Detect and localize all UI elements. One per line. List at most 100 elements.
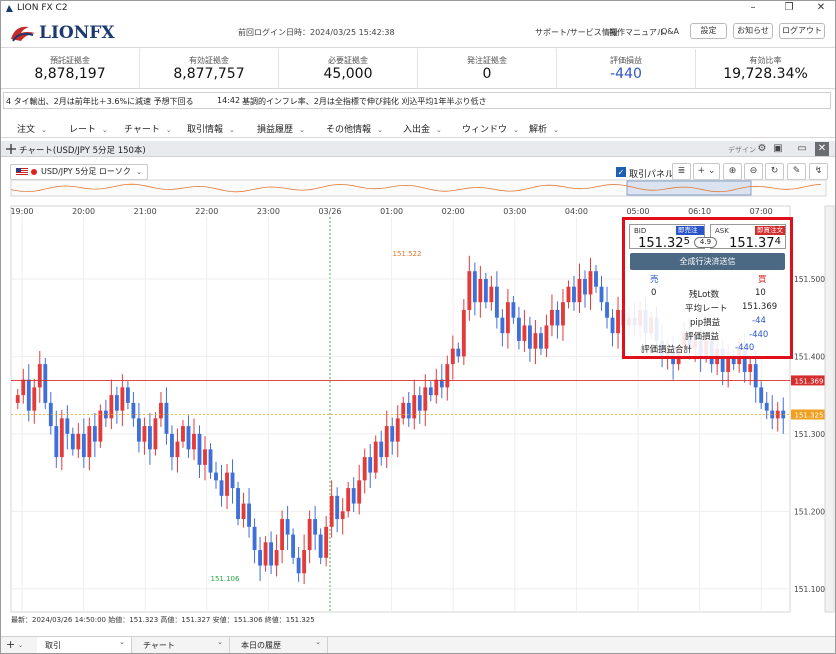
low-label: 151.106 [211, 575, 240, 583]
chevron-down-icon: ⌄ [315, 638, 321, 646]
candle-body [26, 379, 31, 411]
y-tick-label: 151.300 [794, 430, 825, 439]
total-pl-label: 評価損益合計 [641, 345, 693, 355]
chevron-down-icon[interactable]: ⌄ [18, 642, 23, 649]
candle-body [54, 426, 59, 458]
candle-body [566, 286, 571, 303]
candle-body [335, 495, 340, 520]
high-label: 151.522 [393, 250, 422, 258]
candle-body [456, 348, 461, 357]
candle-body [181, 426, 185, 442]
candle-body [307, 519, 312, 551]
candle-body [384, 426, 389, 458]
candle-body [21, 379, 26, 396]
x-tick-label: 03/26 [318, 207, 341, 216]
candle-body [230, 472, 235, 489]
candle-body [594, 271, 598, 287]
bid-price: 151.325 [630, 236, 704, 251]
x-tick-label: 21:00 [134, 207, 157, 216]
sell-now-tag[interactable]: 即売注文 [676, 226, 704, 243]
candle-body [379, 441, 384, 458]
ohlc-status: 最新：2024/03/26 14:50:00 始値：151.323 高値：151… [11, 616, 315, 624]
candle-body [561, 302, 565, 326]
x-tick-label: 07:00 [750, 207, 773, 216]
tab-today-history[interactable]: 本日の履歴 ⌄ [233, 637, 328, 653]
candle-body [131, 402, 136, 419]
candle-body [483, 278, 488, 303]
buy-column-header: 買 [758, 275, 767, 285]
candle-body [373, 441, 378, 473]
candle-body [164, 402, 169, 434]
price-tag-label: 151.325 [795, 412, 824, 420]
bid-quote[interactable]: BID 即売注文 151.325 [629, 224, 705, 251]
candle-body [368, 457, 373, 473]
ask-quote[interactable]: ASK 即買注文 151.374 [710, 224, 786, 251]
trade-panel: BID 即売注文 151.325 ASK 即買注文 151.374 4.9 全成… [622, 217, 793, 359]
candle-body [175, 441, 180, 458]
candle-body [192, 433, 196, 450]
bid-label: BID [634, 227, 647, 235]
candle-body [125, 387, 130, 403]
candle-body [59, 418, 64, 458]
candle-body [555, 309, 560, 326]
candle-body [329, 495, 334, 527]
x-tick-label: 06:10 [688, 207, 711, 216]
candle-body [81, 433, 86, 458]
tab-label: 本日の履歴 [241, 641, 281, 650]
x-tick-label: 22:00 [195, 207, 218, 216]
x-tick-label: 19:00 [10, 207, 33, 216]
candle-body [748, 364, 753, 372]
candle-body [577, 278, 582, 303]
candle-body [214, 472, 218, 481]
candle-body [208, 449, 213, 473]
x-tick-label: 02:00 [442, 207, 465, 216]
candle-body [285, 519, 290, 535]
candle-body [225, 472, 229, 496]
bid-price-main: 151.32 [638, 236, 684, 251]
candle-body [544, 325, 549, 349]
candle-body [186, 426, 191, 450]
candle-body [15, 395, 20, 403]
tab-trade[interactable]: 取引 ⌄ [37, 637, 132, 653]
y-tick-label: 151.100 [794, 585, 825, 594]
candle-body [32, 387, 37, 411]
candle-body [136, 418, 141, 442]
candle-body [302, 550, 307, 574]
ask-price-pip: 4 [774, 236, 781, 247]
bid-price-pip: 5 [683, 236, 690, 247]
tab-label: 取引 [45, 641, 61, 650]
total-pl-value: -440 [735, 343, 755, 353]
candle-body [434, 379, 439, 396]
candle-body [340, 511, 345, 520]
candle-body [258, 550, 262, 566]
candle-body [500, 317, 505, 334]
buy-now-tag[interactable]: 即買注文 [755, 226, 785, 235]
candle-body [401, 402, 406, 419]
candle-body [533, 333, 538, 349]
settle-all-button[interactable]: 全成行決済送信 [630, 253, 785, 270]
candle-body [522, 325, 527, 341]
candle-body [70, 433, 75, 450]
x-tick-label: 04:00 [565, 207, 588, 216]
candle-body [65, 418, 70, 434]
x-tick-label: 23:00 [257, 207, 280, 216]
candle-body [197, 433, 202, 465]
candle-body [37, 364, 42, 388]
candle-body [616, 309, 620, 334]
row-label-avg-rate: 平均レート [685, 304, 728, 314]
buy-unrealized-pl: -440 [749, 330, 769, 340]
candle-body [461, 309, 466, 357]
y-tick-label: 151.500 [794, 275, 825, 284]
y-tick-label: 151.200 [794, 507, 825, 516]
navigator-window [626, 180, 752, 196]
ask-label: ASK [715, 227, 729, 235]
candle-body [450, 348, 455, 365]
candle-body [142, 426, 147, 442]
tab-chart[interactable]: チャート ⌄ [135, 637, 230, 653]
candle-body [76, 433, 81, 450]
buy-lots: 10 [755, 288, 766, 298]
candle-body [43, 364, 48, 403]
x-tick-label: 03:00 [503, 207, 526, 216]
candle-body [610, 317, 615, 334]
add-tab-icon[interactable]: + [6, 638, 15, 651]
